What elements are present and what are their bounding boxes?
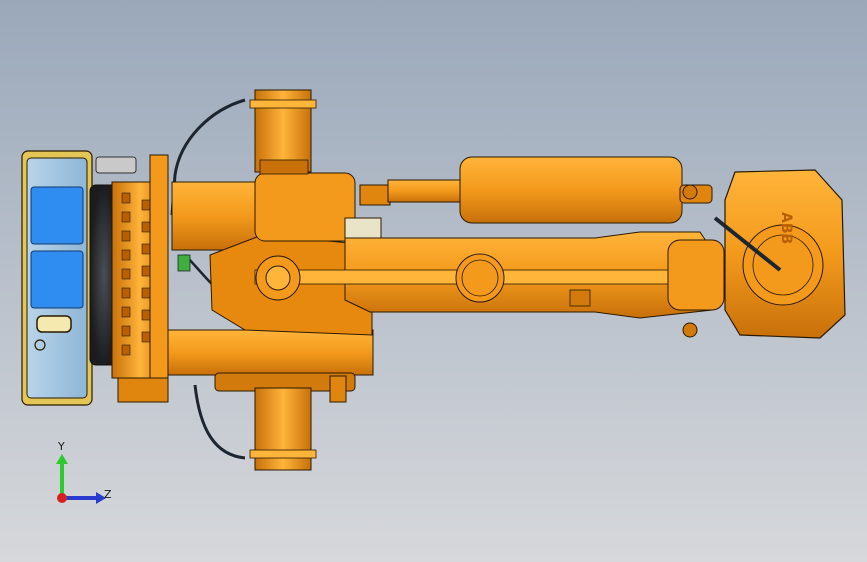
- coordinate-triad: [56, 454, 106, 504]
- label-plate: [344, 217, 382, 239]
- panel-screen-bottom: [30, 250, 84, 309]
- balancing-cylinder[interactable]: [359, 156, 713, 224]
- cad-viewport[interactable]: ABB Y Z: [0, 0, 867, 562]
- axis-motor-upper[interactable]: [249, 89, 317, 175]
- robot-arm-model[interactable]: ABB: [0, 0, 867, 562]
- axis-motor-lower[interactable]: [249, 375, 347, 471]
- y-axis-label: Y: [58, 440, 65, 453]
- cable-lower: [193, 384, 246, 460]
- wrist-housing[interactable]: ABB: [713, 169, 846, 339]
- cable-connector: [177, 254, 191, 272]
- panel-screen-top: [30, 186, 84, 245]
- panel-connector: [36, 315, 72, 333]
- x-axis-dot: [57, 493, 67, 503]
- abb-logo: ABB: [778, 212, 794, 244]
- base-control-panel[interactable]: [21, 150, 93, 406]
- z-axis-label: Z: [104, 488, 112, 501]
- lifting-bracket: [95, 156, 137, 174]
